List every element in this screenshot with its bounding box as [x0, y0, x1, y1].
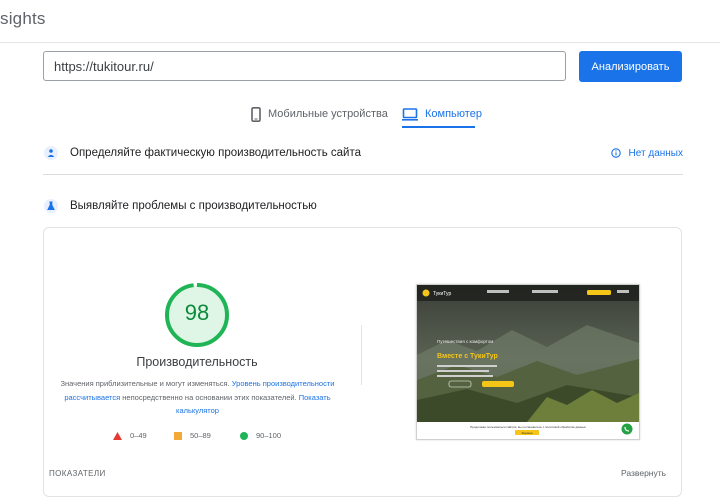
metrics-label: ПОКАЗАТЕЛИ — [49, 469, 106, 478]
expand-button[interactable]: Развернуть — [621, 468, 666, 478]
tab-desktop-label: Компьютер — [425, 108, 482, 120]
site-tagline: Путешествия с комфортом — [437, 339, 493, 344]
card-separator — [361, 325, 362, 385]
performance-description: Значения приблизительные и могут изменят… — [60, 377, 335, 418]
desktop-icon — [402, 107, 418, 121]
triangle-icon — [113, 431, 122, 440]
performance-score: 98 — [184, 300, 210, 325]
url-input[interactable] — [43, 51, 566, 81]
field-data-section: Определяйте фактическую производительнос… — [43, 140, 683, 166]
desc-text-2: непосредственно на основании этих показа… — [122, 392, 297, 402]
performance-title: Производительность — [136, 355, 258, 369]
tab-mobile-label: Мобильные устройства — [268, 108, 388, 120]
cookie-button: Хорошо — [521, 431, 532, 435]
legend-average-range: 50–89 — [190, 431, 211, 440]
circle-icon — [240, 431, 248, 440]
section-divider — [43, 174, 683, 175]
cookie-text: Продолжая пользоваться сайтом, вы соглаш… — [470, 425, 586, 429]
legend-fail: 0–49 — [113, 431, 147, 440]
active-tab-indicator — [402, 126, 475, 128]
users-icon — [43, 145, 59, 161]
no-data-link[interactable]: Нет данных — [610, 140, 683, 166]
legend-average: 50–89 — [174, 431, 211, 440]
tab-desktop[interactable]: Компьютер — [402, 102, 482, 126]
legend-fail-range: 0–49 — [130, 431, 147, 440]
page-screenshot: ТукиТур Путешествия с комфортом Вместе с… — [416, 284, 640, 440]
legend-pass: 90–100 — [240, 431, 281, 440]
lab-data-section: Выявляйте проблемы с производительностью — [43, 193, 683, 219]
field-data-title: Определяйте фактическую производительнос… — [70, 147, 361, 159]
desc-text-1: Значения приблизительные и могут изменят… — [60, 379, 230, 388]
whatsapp-icon — [621, 423, 633, 435]
legend-pass-range: 90–100 — [256, 431, 282, 440]
top-bar: sights — [0, 0, 720, 43]
square-icon — [174, 431, 182, 440]
no-data-label: Нет данных — [628, 147, 683, 159]
lab-data-title: Выявляйте проблемы с производительностью — [70, 200, 317, 212]
site-logo-icon — [422, 289, 430, 297]
tab-mobile[interactable]: Мобильные устройства — [251, 102, 388, 126]
site-preview: ТукиТур Путешествия с комфортом Вместе с… — [417, 285, 639, 439]
site-headline: Вместе с ТукиТур — [437, 353, 498, 360]
lab-flask-icon — [43, 198, 59, 214]
app-title: sights — [0, 9, 46, 28]
site-name: ТукиТур — [433, 291, 451, 297]
info-icon — [610, 148, 621, 158]
analyze-button[interactable]: Анализировать — [579, 51, 682, 82]
smartphone-icon — [251, 106, 261, 122]
